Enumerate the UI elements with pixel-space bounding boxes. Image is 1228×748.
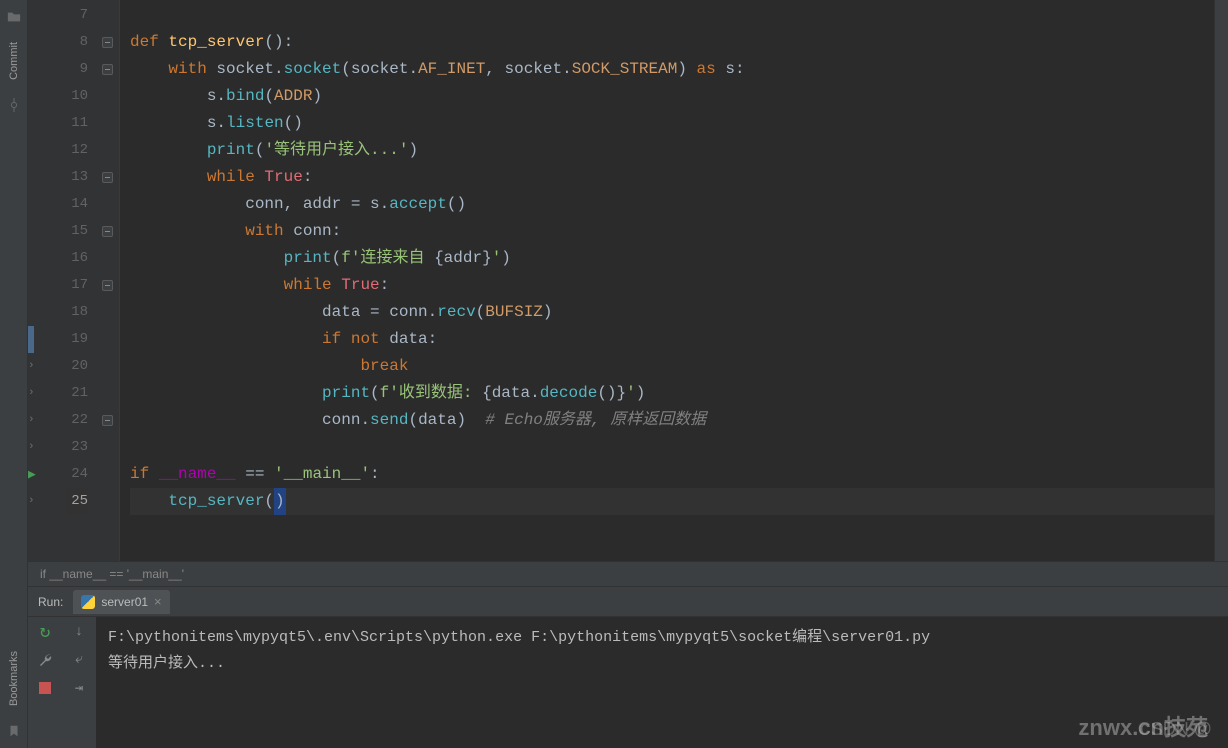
run-tab-title: server01	[101, 595, 148, 609]
code-line[interactable]	[130, 434, 1214, 461]
code-line[interactable]: tcp_server()	[130, 488, 1214, 515]
line-number[interactable]: 10	[66, 83, 88, 110]
code-line[interactable]: data = conn.recv(BUFSIZ)	[130, 299, 1214, 326]
code-line[interactable]: conn.send(data) # Echo服务器, 原样返回数据	[130, 407, 1214, 434]
commit-tool[interactable]: Commit	[8, 42, 20, 80]
export-icon[interactable]: ⇥	[70, 679, 88, 697]
line-number[interactable]: 15	[66, 218, 88, 245]
chevron-icon[interactable]: ›	[28, 387, 39, 399]
code-line[interactable]: print(f'连接来自 {addr}')	[130, 245, 1214, 272]
line-number[interactable]: 22	[66, 407, 88, 434]
code-line[interactable]: if not data:	[130, 326, 1214, 353]
line-number[interactable]: 24	[66, 461, 88, 488]
run-tabs: Run: server01 ×	[28, 587, 1228, 617]
editor-scrollbar[interactable]	[1214, 0, 1228, 561]
fold-toggle-icon[interactable]	[102, 415, 113, 426]
code-line[interactable]: def tcp_server():	[130, 29, 1214, 56]
code-line[interactable]: s.listen()	[130, 110, 1214, 137]
line-number[interactable]: 25	[66, 488, 88, 515]
line-number[interactable]: 20	[66, 353, 88, 380]
code-line[interactable]: while True:	[130, 272, 1214, 299]
main-column: › › › › ▶ › 789101112131415161718192021222324…	[28, 0, 1228, 748]
fold-toggle-icon[interactable]	[102, 280, 113, 291]
chevron-icon[interactable]: ›	[28, 414, 39, 426]
chevron-icon[interactable]: ›	[28, 441, 39, 453]
line-number[interactable]: 12	[66, 137, 88, 164]
run-toolbar: ↻ ↓ ⤶ ⇥	[28, 617, 96, 748]
chevron-icon[interactable]: ›	[28, 495, 39, 507]
line-number[interactable]: 16	[66, 245, 88, 272]
run-panel: Run: server01 × ↻	[28, 586, 1228, 748]
console-output[interactable]: F:\pythonitems\mypyqt5\.env\Scripts\pyth…	[96, 617, 1228, 748]
chevron-icon[interactable]: ›	[28, 360, 39, 372]
code-line[interactable]: break	[130, 353, 1214, 380]
line-number[interactable]: 14	[66, 191, 88, 218]
fold-toggle-icon[interactable]	[102, 64, 113, 75]
commit-icon[interactable]	[7, 98, 21, 112]
line-number[interactable]: 13	[66, 164, 88, 191]
rerun-icon[interactable]: ↻	[36, 623, 54, 641]
breadcrumb[interactable]: if __name__ == '__main__'	[28, 561, 1228, 586]
code-line[interactable]: print(f'收到数据: {data.decode()}')	[130, 380, 1214, 407]
code-line[interactable]: if __name__ == '__main__':	[130, 461, 1214, 488]
code-area[interactable]: def tcp_server(): with socket.socket(soc…	[120, 0, 1214, 561]
python-icon	[81, 595, 95, 609]
folder-icon[interactable]	[7, 10, 21, 24]
line-number[interactable]: 7	[66, 2, 88, 29]
fold-toggle-icon[interactable]	[102, 172, 113, 183]
line-number-gutter[interactable]: 78910111213141516171819202122232425	[66, 0, 96, 561]
code-line[interactable]	[130, 2, 1214, 29]
code-line[interactable]: print('等待用户接入...')	[130, 137, 1214, 164]
bookmarks-tool[interactable]: Bookmarks	[8, 651, 20, 706]
run-gutter-icon[interactable]: ▶	[28, 467, 38, 482]
left-tool-rail: Commit Bookmarks	[0, 0, 28, 748]
code-editor[interactable]: › › › › ▶ › 789101112131415161718192021222324…	[28, 0, 1228, 561]
fold-toggle-icon[interactable]	[102, 37, 113, 48]
code-line[interactable]: s.bind(ADDR)	[130, 83, 1214, 110]
line-number[interactable]: 9	[66, 56, 88, 83]
app-root: Commit Bookmarks ››››▶› 7891011121314151…	[0, 0, 1228, 748]
line-number[interactable]: 18	[66, 299, 88, 326]
wrench-icon[interactable]	[36, 651, 54, 669]
line-number[interactable]: 17	[66, 272, 88, 299]
run-tab-active[interactable]: server01 ×	[73, 590, 169, 614]
line-number[interactable]: 8	[66, 29, 88, 56]
code-line[interactable]: with socket.socket(socket.AF_INET, socke…	[130, 56, 1214, 83]
line-number[interactable]: 11	[66, 110, 88, 137]
gutter-markers: › › › › ▶ ›	[28, 0, 66, 561]
fold-gutter[interactable]	[96, 0, 120, 561]
line-number[interactable]: 23	[66, 434, 88, 461]
code-line[interactable]: while True:	[130, 164, 1214, 191]
code-line[interactable]: conn, addr = s.accept()	[130, 191, 1214, 218]
bookmark-icon[interactable]	[7, 724, 21, 738]
line-number[interactable]: 21	[66, 380, 88, 407]
line-number[interactable]: 19	[66, 326, 88, 353]
run-label: Run:	[28, 595, 73, 609]
breadcrumb-text: if __name__ == '__main__'	[40, 567, 184, 581]
code-line[interactable]: with conn:	[130, 218, 1214, 245]
stop-icon[interactable]	[36, 679, 54, 697]
close-icon[interactable]: ×	[154, 594, 162, 609]
fold-toggle-icon[interactable]	[102, 226, 113, 237]
scroll-down-icon[interactable]: ↓	[70, 623, 88, 641]
soft-wrap-icon[interactable]: ⤶	[70, 651, 88, 669]
